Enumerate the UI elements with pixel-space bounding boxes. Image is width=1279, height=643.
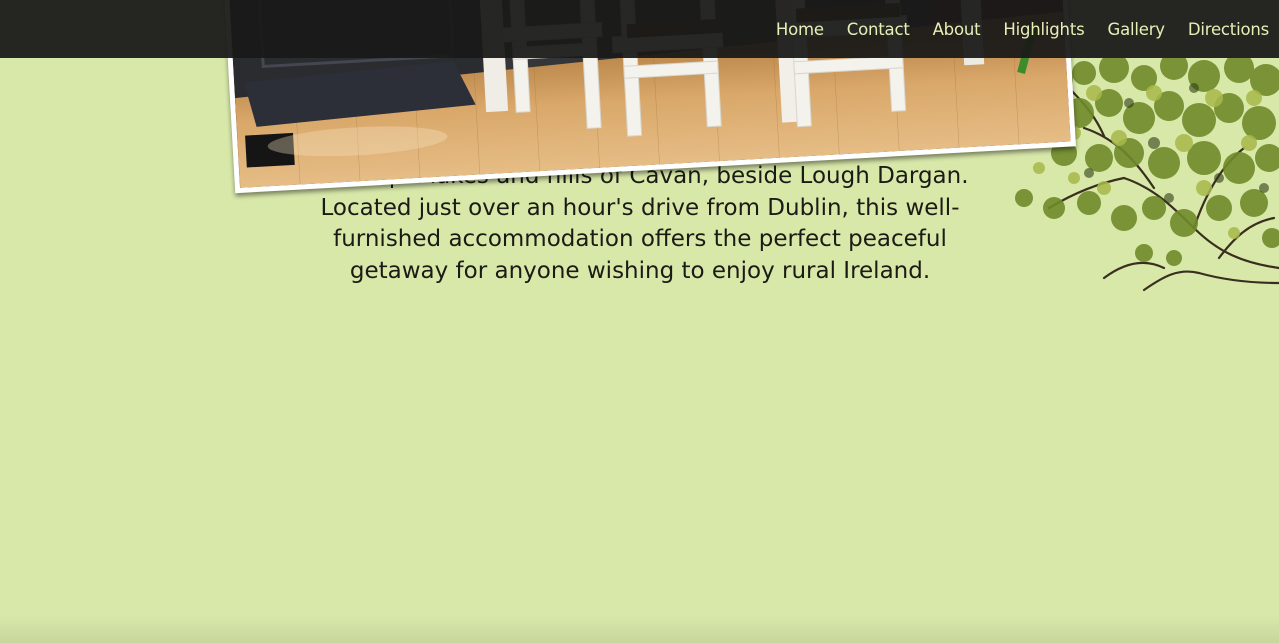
nav-item-directions: Directions [1188,20,1269,39]
nav-item-gallery: Gallery [1107,20,1165,39]
nav-menu: Home Contact About Highlights Gallery Di… [753,0,1269,58]
top-navbar: Home Contact About Highlights Gallery Di… [0,0,1279,58]
nav-item-highlights: Highlights [1003,20,1084,39]
nav-link-gallery[interactable]: Gallery [1107,20,1165,39]
nav-link-about[interactable]: About [933,20,981,39]
nav-link-contact[interactable]: Contact [847,20,910,39]
nav-link-home[interactable]: Home [776,20,824,39]
nav-item-about: About [933,20,981,39]
nav-item-home: Home [776,20,824,39]
nav-link-directions[interactable]: Directions [1188,20,1269,39]
nav-link-highlights[interactable]: Highlights [1003,20,1084,39]
nav-item-contact: Contact [847,20,910,39]
page: ...tranquil lakes and hills of Cavan, be… [0,0,1279,643]
